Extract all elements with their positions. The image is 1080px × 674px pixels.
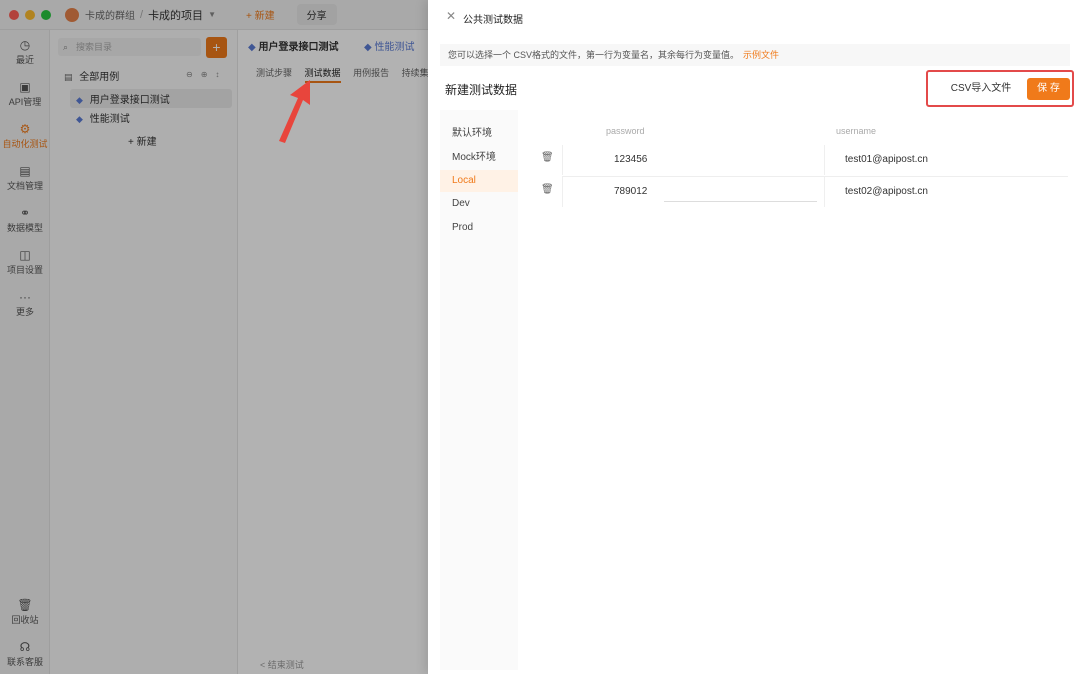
csv-tip: 您可以选择一个 CSV格式的文件，第一行为变量名，其余每行为变量值。 示例文件: [440, 44, 1070, 66]
env-item-prod[interactable]: Prod: [440, 217, 518, 239]
table-row: 🗑 789012 test02@apipost.cn: [528, 177, 1068, 207]
drawer-header: ✕ 公共测试数据: [428, 0, 1080, 34]
env-item-mock[interactable]: Mock环境: [440, 147, 518, 169]
input-underline: [664, 201, 817, 202]
username-cell[interactable]: test02@apipost.cn: [824, 177, 1068, 207]
close-icon[interactable]: ✕: [446, 9, 456, 23]
password-cell[interactable]: 123456: [562, 145, 824, 175]
annotation-arrow-icon: [279, 80, 310, 143]
username-cell[interactable]: test01@apipost.cn: [824, 145, 1068, 175]
column-header-password: password: [606, 126, 645, 136]
env-item-dev[interactable]: Dev: [440, 193, 518, 215]
env-item-default[interactable]: 默认环境: [440, 123, 518, 145]
env-item-local[interactable]: Local: [440, 170, 518, 192]
table-row: 🗑 123456 test01@apipost.cn: [528, 145, 1068, 175]
column-header-username: username: [836, 126, 877, 136]
section-title: 新建测试数据: [445, 83, 518, 97]
sample-file-link[interactable]: 示例文件: [743, 50, 779, 60]
drawer-title: 公共测试数据: [463, 15, 523, 26]
trash-icon[interactable]: 🗑: [541, 184, 554, 195]
test-data-drawer: ✕ 公共测试数据 您可以选择一个 CSV格式的文件，第一行为变量名，其余每行为变…: [428, 0, 1080, 674]
environment-list: 默认环境 Mock环境 Local Dev Prod: [440, 110, 518, 670]
trash-icon[interactable]: 🗑: [541, 152, 554, 163]
save-button[interactable]: 保 存: [1027, 78, 1070, 100]
csv-tip-text: 您可以选择一个 CSV格式的文件，第一行为变量名，其余每行为变量值。: [448, 50, 740, 60]
csv-import-button[interactable]: CSV导入文件: [943, 78, 1019, 100]
test-data-table: password username 🗑 123456 test01@apipos…: [528, 110, 1068, 230]
password-cell[interactable]: 789012: [562, 177, 824, 207]
